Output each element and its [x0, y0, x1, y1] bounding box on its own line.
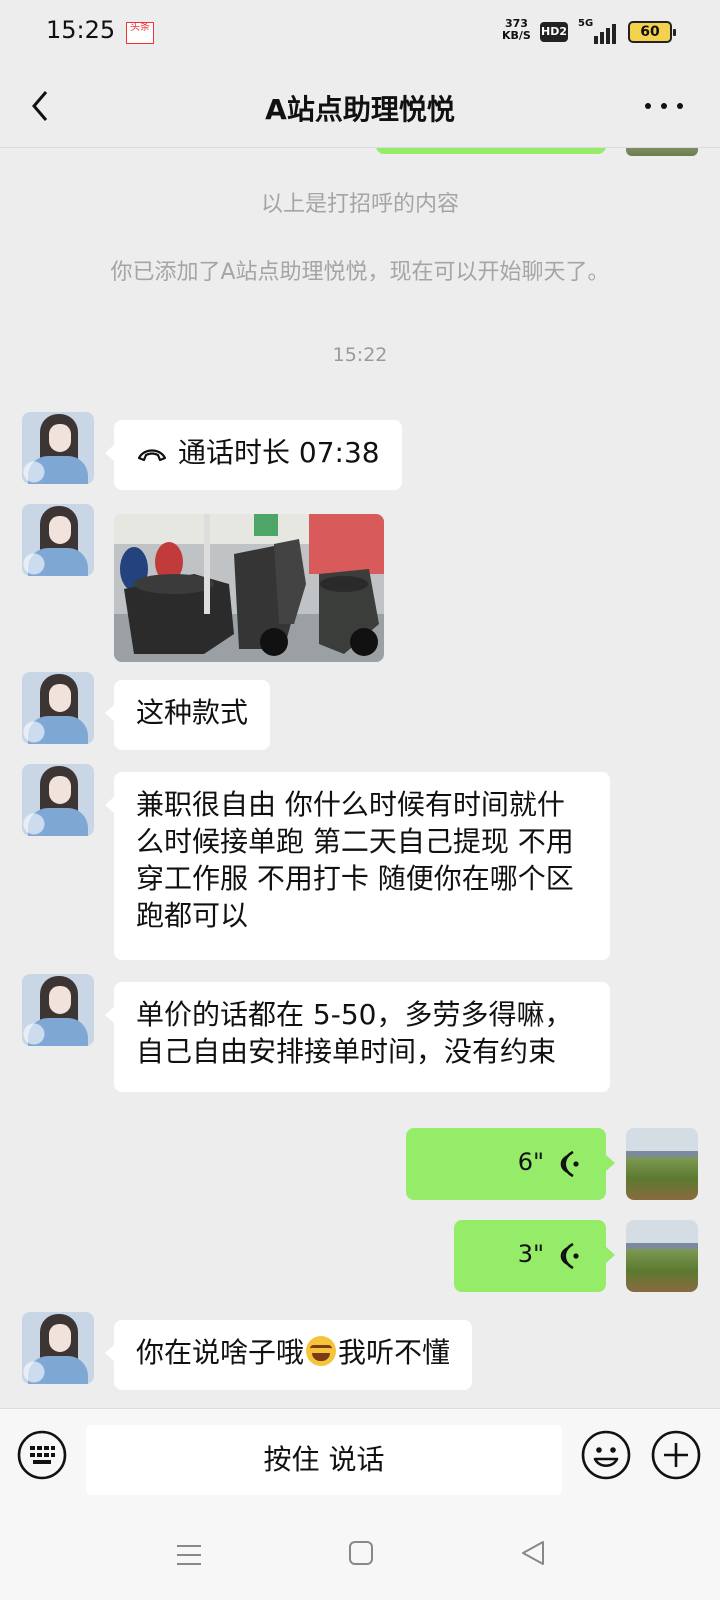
toutiao-app-icon: 头条 — [126, 22, 154, 44]
status-time: 15:25 — [46, 16, 116, 44]
contact-avatar[interactable] — [22, 1312, 94, 1384]
self-avatar[interactable] — [626, 1128, 698, 1200]
plus-circle-icon[interactable] — [650, 1429, 702, 1481]
keyboard-icon[interactable] — [16, 1429, 68, 1481]
signal-icon — [594, 24, 616, 44]
system-note-greeting: 以上是打招呼的内容 — [260, 192, 459, 217]
system-nav-bar — [0, 1516, 720, 1600]
chat-input-bar: 按住 说话 — [0, 1408, 720, 1516]
smiley-icon[interactable] — [580, 1429, 632, 1481]
message-timestamp: 15:22 — [332, 344, 388, 366]
contact-avatar[interactable] — [22, 412, 94, 484]
contact-avatar[interactable] — [22, 504, 94, 576]
chat-message-list[interactable]: 以上是打招呼的内容 你已添加了A站点助理悦悦，现在可以开始聊天了。 15:22 … — [0, 148, 720, 1408]
voice-wave-icon — [560, 1150, 579, 1178]
more-dots-icon[interactable] — [636, 84, 696, 128]
call-duration-text: 通话时长 07:38 — [178, 436, 380, 469]
status-bar: 15:25 头条 373 KB/S HD2 5G 60 — [0, 0, 720, 64]
message-bubble[interactable]: 你在说啥子哦 我听不懂 — [104, 1320, 473, 1390]
hd-badge: HD2 — [540, 22, 568, 42]
system-note-added: 你已添加了A站点助理悦悦，现在可以开始聊天了。 — [110, 260, 610, 285]
voice-message-bubble[interactable]: 3" — [454, 1220, 615, 1292]
message-bubble[interactable]: 这种款式 — [104, 680, 271, 750]
network-speed: 373 KB/S — [502, 17, 531, 42]
battery-icon: 60 — [628, 21, 676, 43]
chat-title: A站点助理悦悦 — [265, 93, 455, 126]
voice-wave-icon — [560, 1242, 579, 1270]
message-bubble[interactable]: 兼职很自由 你什么时候有时间就什么时候接单跑 第二天自己提现 不用穿工作服 不用… — [105, 772, 610, 960]
contact-avatar[interactable] — [22, 672, 94, 744]
crying-laughing-emoji-icon — [306, 1336, 337, 1366]
home-square-icon[interactable] — [346, 1538, 376, 1568]
self-avatar — [626, 148, 698, 156]
phone-hangup-icon — [137, 449, 167, 462]
contact-avatar[interactable] — [22, 764, 94, 836]
call-record-bubble[interactable]: 通话时长 07:38 — [105, 420, 402, 490]
contact-avatar[interactable] — [22, 974, 94, 1046]
voice-duration: 6" — [517, 1148, 544, 1176]
scooter-photo[interactable] — [114, 514, 384, 662]
back-triangle-icon[interactable] — [518, 1538, 548, 1568]
voice-duration: 3" — [517, 1240, 544, 1268]
self-avatar[interactable] — [626, 1220, 698, 1292]
voice-message-bubble[interactable]: 6" — [406, 1128, 615, 1200]
message-bubble[interactable]: 单价的话都在 5-50，多劳多得嘛，自己自由安排接单时间，没有约束 — [105, 982, 610, 1092]
menu-icon[interactable] — [174, 1540, 204, 1570]
hold-to-talk-button[interactable]: 按住 说话 — [86, 1425, 562, 1495]
previous-message-bubble — [376, 148, 606, 154]
chat-header: A站点助理悦悦 — [0, 64, 720, 148]
